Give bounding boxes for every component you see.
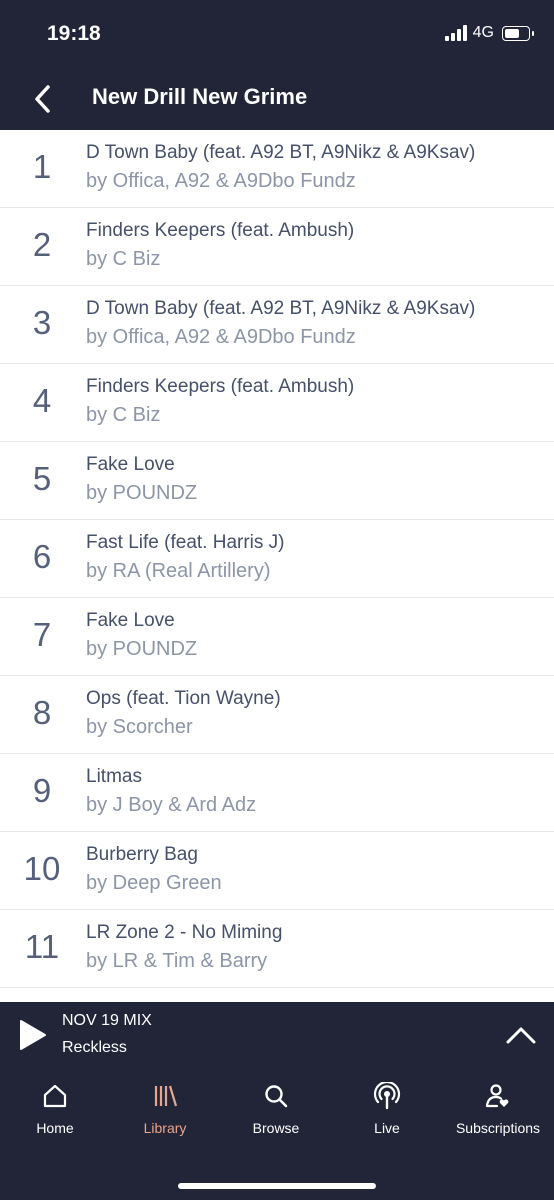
- track-row[interactable]: 1 D Town Baby (feat. A92 BT, A9Nikz & A9…: [0, 130, 554, 208]
- track-artist: by C Biz: [86, 404, 161, 426]
- track-artist: by Scorcher: [86, 716, 193, 738]
- track-row[interactable]: 2 Finders Keepers (feat. Ambush) by C Bi…: [0, 208, 554, 286]
- track-artist: by J Boy & Ard Adz: [86, 794, 257, 816]
- track-number: 2: [32, 226, 52, 263]
- track-title: Fake Love: [86, 454, 175, 475]
- tab-label: Browse: [252, 1120, 300, 1136]
- track-number: 1: [32, 148, 52, 185]
- track-title: D Town Baby (feat. A92 BT, A9Nikz & A9Ks…: [86, 298, 476, 319]
- track-title: Litmas: [86, 766, 142, 787]
- mini-player[interactable]: NOV 19 MIX Reckless: [0, 1002, 554, 1066]
- signal-strength-icon: [444, 25, 467, 41]
- track-number: 4: [32, 382, 52, 419]
- tab-browse[interactable]: Browse: [221, 1082, 331, 1136]
- track-title: Burberry Bag: [86, 844, 198, 865]
- track-title: Finders Keepers (feat. Ambush): [86, 376, 355, 397]
- library-icon: [154, 1085, 178, 1107]
- track-row[interactable]: 4 Finders Keepers (feat. Ambush) by C Bi…: [0, 364, 554, 442]
- track-title: Finders Keepers (feat. Ambush): [86, 220, 355, 241]
- now-playing-show: NOV 19 MIX: [62, 1012, 152, 1029]
- chevron-up-icon: [506, 1027, 536, 1044]
- tab-label: Home: [36, 1120, 74, 1136]
- track-title: Fake Love: [86, 610, 175, 631]
- track-number: 7: [32, 616, 52, 653]
- track-row[interactable]: 10 Burberry Bag by Deep Green: [0, 832, 554, 910]
- track-artist: by C Biz: [86, 248, 161, 270]
- track-artist: by Offica, A92 & A9Dbo Fundz: [86, 326, 356, 348]
- home-icon: [43, 1084, 67, 1108]
- subscriptions-icon: [485, 1084, 509, 1108]
- track-number: 5: [32, 460, 52, 497]
- status-time: 19:18: [47, 22, 101, 45]
- tab-library[interactable]: Library: [110, 1082, 220, 1136]
- track-title: Fast Life (feat. Harris J): [86, 532, 285, 553]
- status-bar: 19:18 4G: [0, 0, 554, 68]
- track-title: LR Zone 2 - No Miming: [86, 922, 283, 943]
- battery-icon: [502, 25, 534, 41]
- tab-bar: Home Library Browse Live Subscriptions: [0, 1066, 554, 1200]
- page-title: New Drill New Grime: [92, 84, 308, 109]
- live-broadcast-icon: [373, 1082, 401, 1110]
- play-icon: [20, 1020, 46, 1050]
- network-type: 4G: [472, 24, 494, 41]
- track-row[interactable]: 11 LR Zone 2 - No Miming by LR & Tim & B…: [0, 910, 554, 988]
- back-button[interactable]: [28, 82, 62, 116]
- tab-home[interactable]: Home: [0, 1082, 110, 1136]
- track-artist: by RA (Real Artillery): [86, 560, 271, 582]
- track-row[interactable]: 6 Fast Life (feat. Harris J) by RA (Real…: [0, 520, 554, 598]
- expand-player-button[interactable]: [504, 1022, 538, 1048]
- tab-label: Live: [374, 1120, 400, 1136]
- track-artist: by Deep Green: [86, 872, 222, 894]
- track-number: 11: [24, 928, 60, 965]
- tab-label: Library: [143, 1120, 187, 1136]
- track-number: 9: [32, 772, 52, 809]
- tab-subscriptions[interactable]: Subscriptions: [443, 1082, 553, 1136]
- chevron-left-icon: [35, 85, 50, 113]
- status-indicators: 4G: [444, 24, 534, 42]
- track-row[interactable]: 5 Fake Love by POUNDZ: [0, 442, 554, 520]
- track-artist: by POUNDZ: [86, 638, 198, 660]
- track-row[interactable]: 7 Fake Love by POUNDZ: [0, 598, 554, 676]
- play-button[interactable]: [18, 1019, 48, 1051]
- home-indicator[interactable]: [178, 1183, 376, 1189]
- tab-label: Subscriptions: [455, 1120, 541, 1136]
- track-row[interactable]: 3 D Town Baby (feat. A92 BT, A9Nikz & A9…: [0, 286, 554, 364]
- track-number: 8: [32, 694, 52, 731]
- track-title: Ops (feat. Tion Wayne): [86, 688, 281, 709]
- track-number: 10: [23, 850, 61, 887]
- track-number: 3: [32, 304, 52, 341]
- track-row[interactable]: 8 Ops (feat. Tion Wayne) by Scorcher: [0, 676, 554, 754]
- now-playing-track: Reckless: [62, 1039, 127, 1056]
- track-title: D Town Baby (feat. A92 BT, A9Nikz & A9Ks…: [86, 142, 476, 163]
- track-artist: by LR & Tim & Barry: [86, 950, 268, 972]
- search-icon: [265, 1085, 288, 1108]
- track-artist: by Offica, A92 & A9Dbo Fundz: [86, 170, 356, 192]
- track-number: 6: [32, 538, 52, 575]
- tab-live[interactable]: Live: [332, 1082, 442, 1136]
- navigation-bar: New Drill New Grime: [0, 68, 554, 130]
- track-artist: by POUNDZ: [86, 482, 198, 504]
- track-list[interactable]: 1 D Town Baby (feat. A92 BT, A9Nikz & A9…: [0, 130, 554, 1002]
- track-row[interactable]: 9 Litmas by J Boy & Ard Adz: [0, 754, 554, 832]
